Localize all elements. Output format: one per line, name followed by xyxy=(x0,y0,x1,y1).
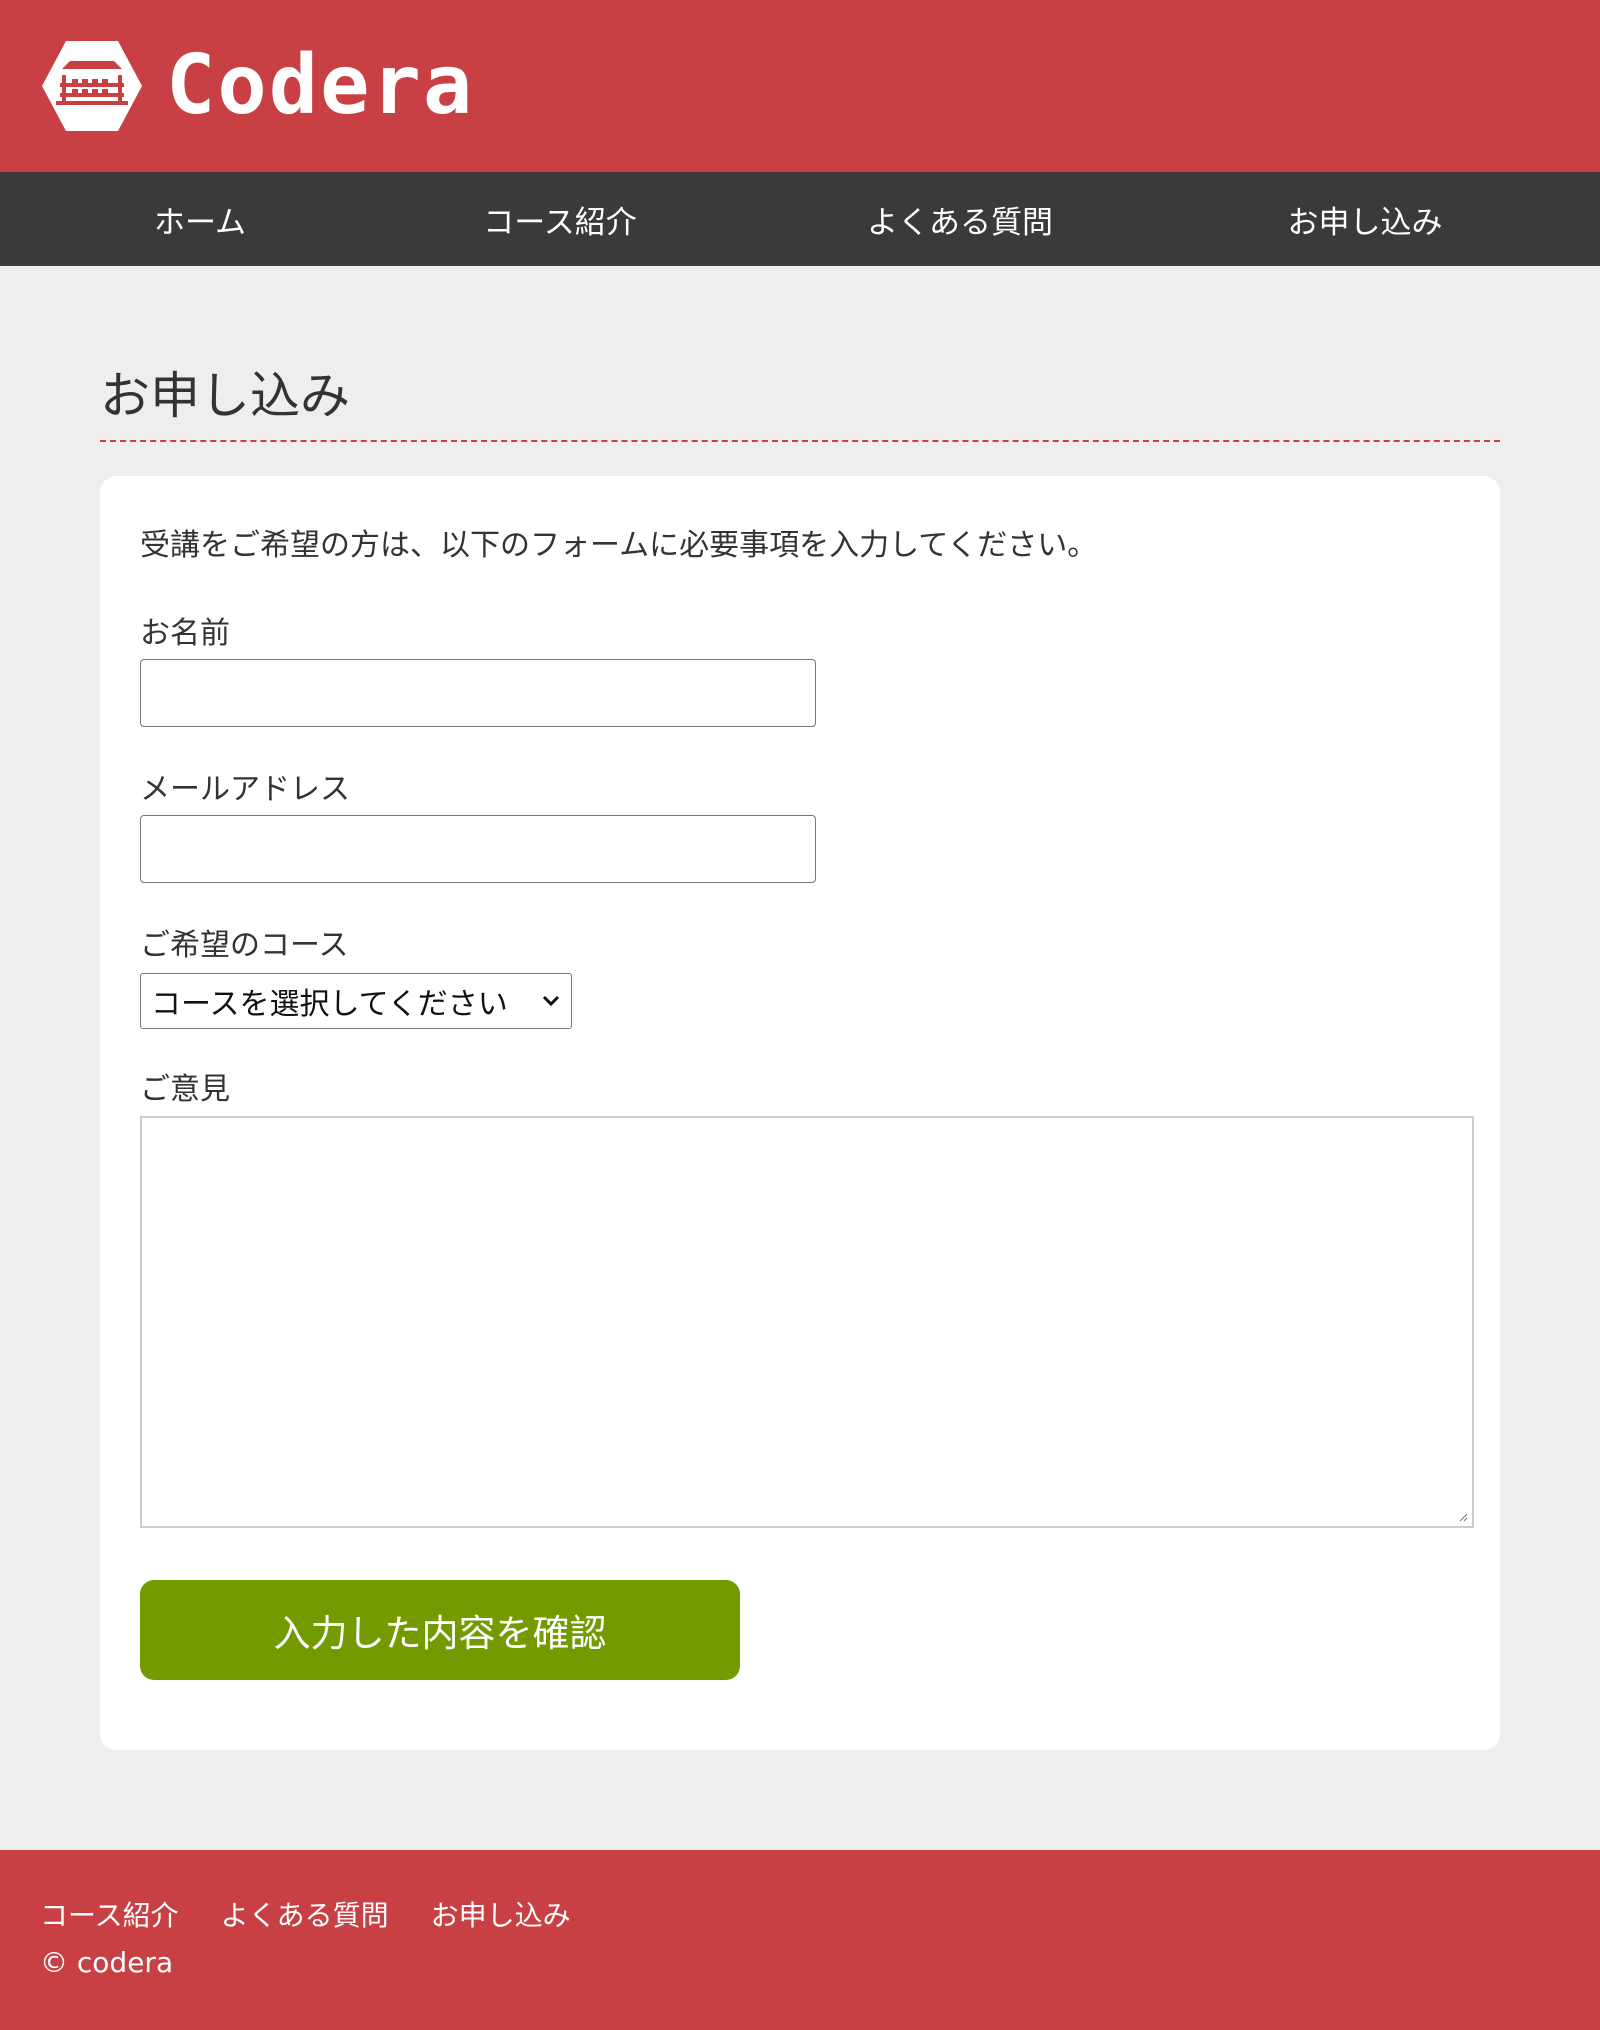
site-footer: コース紹介 よくある質問 お申し込み © codera xyxy=(0,1850,1600,2030)
nav-item-home[interactable]: ホーム xyxy=(120,172,280,266)
global-nav: ホーム コース紹介 よくある質問 お申し込み xyxy=(0,172,1600,266)
confirm-button[interactable]: 入力した内容を確認 xyxy=(140,1580,740,1680)
resize-grip-icon[interactable] xyxy=(1458,1512,1468,1522)
email-label: メールアドレス xyxy=(140,772,350,807)
footer-links: コース紹介 よくある質問 お申し込み xyxy=(40,1894,571,1934)
page-title: お申し込み xyxy=(100,366,1500,442)
course-select-value: コースを選択してください xyxy=(151,987,508,1022)
site-logo[interactable]: Codera xyxy=(40,38,474,134)
application-form: 受講をご希望の方は、以下のフォームに必要事項を入力してください。 お名前 メール… xyxy=(100,476,1500,1750)
nav-item-apply[interactable]: お申し込み xyxy=(1265,172,1465,266)
course-select[interactable]: コースを選択してください xyxy=(140,973,572,1029)
opinion-textarea[interactable] xyxy=(140,1116,1474,1528)
chevron-down-icon xyxy=(542,995,560,1007)
footer-link-apply[interactable]: お申し込み xyxy=(431,1894,571,1934)
opinion-label: ご意見 xyxy=(140,1072,230,1107)
footer-link-courses[interactable]: コース紹介 xyxy=(40,1894,179,1934)
copyright-text: © codera xyxy=(40,1946,174,1979)
email-input[interactable] xyxy=(140,815,816,883)
main-content: お申し込み 受講をご希望の方は、以下のフォームに必要事項を入力してください。 お… xyxy=(0,266,1600,1850)
course-label: ご希望のコース xyxy=(140,928,349,963)
logo-hexagon-icon xyxy=(42,41,142,131)
nav-item-faq[interactable]: よくある質問 xyxy=(860,172,1060,266)
name-input[interactable] xyxy=(140,659,816,727)
footer-link-faq[interactable]: よくある質問 xyxy=(221,1894,389,1934)
logo-text: Codera xyxy=(166,38,475,133)
name-label: お名前 xyxy=(140,616,230,651)
nav-item-courses[interactable]: コース紹介 xyxy=(460,172,660,266)
site-header: Codera xyxy=(0,0,1600,172)
form-intro-text: 受講をご希望の方は、以下のフォームに必要事項を入力してください。 xyxy=(140,528,1098,563)
